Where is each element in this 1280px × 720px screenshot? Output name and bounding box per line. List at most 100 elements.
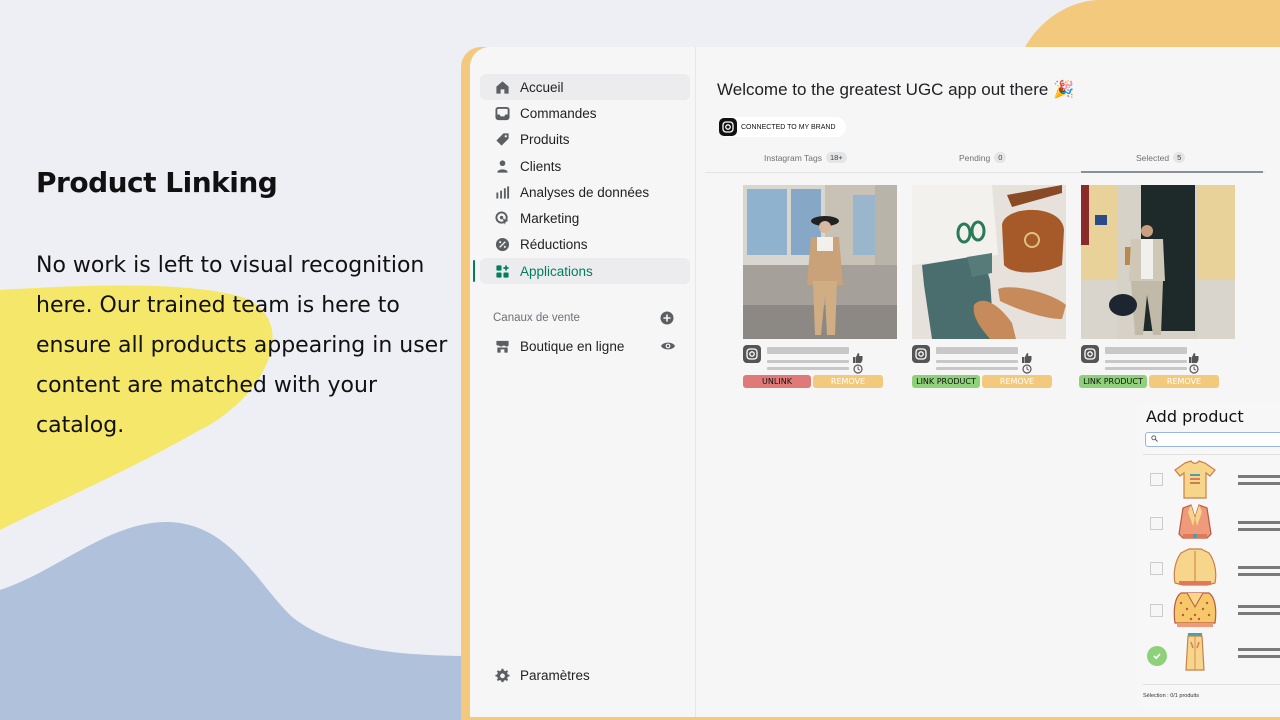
post-meta <box>912 343 1066 375</box>
product-row[interactable] <box>1143 546 1280 590</box>
sidebar-item-reductions[interactable]: Réductions <box>480 232 690 258</box>
tab-label: Pending <box>959 152 991 163</box>
link-product-button[interactable]: LINK PRODUCT <box>1079 375 1147 388</box>
product-row[interactable] <box>1143 588 1280 632</box>
modal-footer-divider <box>1143 684 1280 685</box>
add-channel-icon[interactable] <box>660 311 674 325</box>
tab-label: Selected <box>1136 152 1170 163</box>
product-checkbox[interactable] <box>1150 604 1163 617</box>
tab-count-badge: 18+ <box>825 152 847 163</box>
add-product-modal: Add product × <box>1137 402 1280 710</box>
main-content: Welcome to the greatest UGC app out ther… <box>697 47 1280 717</box>
selection-count: Sélection : 0/1 produits <box>1143 693 1199 699</box>
placeholder-product-name <box>1238 648 1280 651</box>
sidebar-item-settings[interactable]: Paramètres <box>480 662 690 688</box>
sidebar-item-label: Applications <box>520 263 593 279</box>
sidebar-item-marketing[interactable]: Marketing <box>480 205 690 231</box>
placeholder-product-name <box>1238 605 1280 608</box>
home-icon <box>494 79 510 95</box>
sidebar-item-label: Boutique en ligne <box>520 338 625 354</box>
ugc-post-card: UNLINK REMOVE <box>743 185 897 388</box>
search-icon <box>1151 435 1158 442</box>
placeholder-product-detail <box>1238 655 1280 658</box>
eye-icon[interactable] <box>660 339 676 353</box>
person-icon <box>494 158 510 174</box>
placeholder-username <box>1105 347 1187 354</box>
sidebar-item-produits[interactable]: Produits <box>480 127 690 153</box>
instagram-icon <box>1081 345 1099 363</box>
modal-title: Add product <box>1146 407 1244 426</box>
instagram-icon <box>912 345 930 363</box>
sidebar-item-online-store[interactable]: Boutique en ligne <box>480 333 690 359</box>
promo-title: Product Linking <box>36 166 278 199</box>
discount-icon <box>494 237 510 253</box>
tab-count-badge: 0 <box>994 152 1007 163</box>
placeholder-caption <box>1105 367 1187 370</box>
product-checkbox[interactable] <box>1150 517 1163 530</box>
sidebar-item-clients[interactable]: Clients <box>480 153 690 179</box>
post-image-flatlay-bag-shoes[interactable] <box>912 185 1066 339</box>
sidebar-item-commandes[interactable]: Commandes <box>480 100 690 126</box>
checkmark-icon <box>1153 653 1161 660</box>
connected-badge: CONNECTED TO MY BRAND <box>719 117 846 137</box>
clock-icon <box>853 364 863 374</box>
placeholder-product-detail <box>1238 612 1280 615</box>
orange-blob <box>1025 0 1280 47</box>
placeholder-caption <box>936 360 1018 363</box>
product-checkbox-checked[interactable] <box>1147 646 1167 666</box>
instagram-icon <box>719 118 737 136</box>
nav-list: Accueil Commandes Produits Clients Analy… <box>473 74 690 285</box>
placeholder-product-detail <box>1238 573 1280 576</box>
sidebar-item-applications[interactable]: Applications <box>473 258 690 285</box>
product-search-input[interactable] <box>1145 432 1280 447</box>
remove-button[interactable]: REMOVE <box>982 375 1052 388</box>
tab-count-badge: 5 <box>1173 152 1186 163</box>
thumbs-up-icon <box>1189 353 1199 363</box>
post-meta <box>1081 343 1235 375</box>
promo-description: No work is left to visual recognition he… <box>36 253 448 438</box>
tab-selected[interactable]: Selected 5 <box>1136 152 1186 163</box>
product-checkbox[interactable] <box>1150 562 1163 575</box>
sidebar-item-label: Produits <box>520 132 570 148</box>
post-actions: UNLINK REMOVE <box>743 375 897 388</box>
product-row[interactable] <box>1143 458 1280 502</box>
blazer-icon <box>1178 504 1212 539</box>
sidebar-item-accueil[interactable]: Accueil <box>480 74 690 101</box>
product-row[interactable] <box>1143 502 1280 546</box>
app-window: Accueil Commandes Produits Clients Analy… <box>470 47 1280 717</box>
bomber-jacket-icon <box>1173 548 1217 586</box>
placeholder-caption <box>1105 360 1187 363</box>
sidebar: Accueil Commandes Produits Clients Analy… <box>470 47 696 717</box>
remove-button[interactable]: REMOVE <box>813 375 883 388</box>
blue-blob <box>0 521 461 720</box>
bar-chart-icon <box>494 184 510 200</box>
modal-divider <box>1143 454 1280 455</box>
sidebar-item-analyses[interactable]: Analyses de données <box>480 179 690 205</box>
post-actions: LINK PRODUCT REMOVE <box>1079 375 1235 388</box>
sidebar-item-label: Accueil <box>520 79 564 95</box>
link-product-button[interactable]: LINK PRODUCT <box>912 375 980 388</box>
post-image-man-duffel-bag[interactable] <box>1081 185 1235 339</box>
placeholder-caption <box>936 367 1018 370</box>
placeholder-product-detail <box>1238 528 1280 531</box>
tab-instagram-tags[interactable]: Instagram Tags 18+ <box>764 152 847 163</box>
gear-icon <box>494 667 510 683</box>
store-icon <box>494 338 510 354</box>
sidebar-item-label: Paramètres <box>520 667 590 683</box>
unlink-button[interactable]: UNLINK <box>743 375 811 388</box>
remove-button[interactable]: REMOVE <box>1149 375 1219 388</box>
target-icon <box>494 211 510 227</box>
clock-icon <box>1189 364 1199 374</box>
inbox-icon <box>494 105 510 121</box>
product-checkbox[interactable] <box>1150 473 1163 486</box>
placeholder-product-detail <box>1238 482 1280 485</box>
sidebar-item-label: Marketing <box>520 211 580 227</box>
skirt-icon <box>1185 633 1205 671</box>
ugc-post-card: LINK PRODUCT REMOVE <box>1079 185 1235 388</box>
apps-icon <box>494 263 510 279</box>
post-image-woman-beige-suit[interactable] <box>743 185 897 339</box>
tab-pending[interactable]: Pending 0 <box>959 152 1007 163</box>
tshirt-icon <box>1174 460 1216 499</box>
tag-icon <box>494 132 510 148</box>
product-row[interactable] <box>1143 630 1280 674</box>
